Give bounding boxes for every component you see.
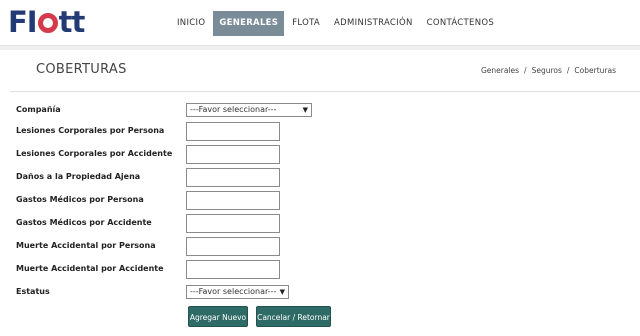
field-row: Gastos Médicos por Accidente <box>0 214 640 236</box>
estatus-select[interactable]: ---Favor seleccionar--- ▼ <box>186 285 289 299</box>
muerte-persona-label: Muerte Accidental por Persona <box>16 241 156 250</box>
page-title: COBERTURAS <box>36 62 127 77</box>
danos-propiedad-label: Daños a la Propiedad Ajena <box>16 172 141 181</box>
breadcrumb-separator: / <box>524 66 527 75</box>
top-navbar: FI tt INICIO GENERALES FLOTA ADMINISTRAC… <box>0 0 640 46</box>
compania-select[interactable]: ---Favor seleccionar--- ▼ <box>186 103 312 117</box>
muerte-accidente-input[interactable] <box>186 260 280 279</box>
agregar-nuevo-button[interactable]: Agregar Nuevo <box>188 306 248 327</box>
logo-text-start: FI <box>8 5 38 39</box>
logo-text-end: tt <box>58 5 86 39</box>
cancelar-retornar-button[interactable]: Cancelar / Retornar <box>256 306 331 327</box>
breadcrumb: Generales / Seguros / Coberturas <box>481 66 616 75</box>
lesiones-accidente-label: Lesiones Corporales por Accidente <box>16 149 173 158</box>
gastos-persona-label: Gastos Médicos por Persona <box>16 195 144 204</box>
estatus-label: Estatus <box>16 287 50 296</box>
nav-generales[interactable]: GENERALES <box>213 11 285 36</box>
gastos-accidente-label: Gastos Médicos por Accidente <box>16 218 152 227</box>
estatus-row: Estatus ---Favor seleccionar--- ▼ <box>0 283 640 305</box>
lesiones-persona-input[interactable] <box>186 122 280 141</box>
muerte-persona-input[interactable] <box>186 237 280 256</box>
lesiones-accidente-input[interactable] <box>186 145 280 164</box>
breadcrumb-generales[interactable]: Generales <box>481 66 519 75</box>
field-row: Lesiones Corporales por Accidente <box>0 145 640 167</box>
compania-selected-value: ---Favor seleccionar--- <box>190 105 277 114</box>
compania-label: Compañía <box>16 105 61 114</box>
field-row: Gastos Médicos por Persona <box>0 191 640 213</box>
field-row: Daños a la Propiedad Ajena <box>0 168 640 190</box>
compania-row: Compañía ---Favor seleccionar--- ▼ <box>0 101 640 123</box>
triangle-down-icon: ▼ <box>279 288 285 296</box>
triangle-down-icon: ▼ <box>302 106 308 114</box>
main-nav: INICIO GENERALES FLOTA ADMINISTRACIÓN CO… <box>171 11 500 36</box>
nav-administracion[interactable]: ADMINISTRACIÓN <box>328 11 419 36</box>
lesiones-persona-label: Lesiones Corporales por Persona <box>16 126 165 135</box>
nav-inicio[interactable]: INICIO <box>171 11 211 36</box>
muerte-accidente-label: Muerte Accidental por Accidente <box>16 264 164 273</box>
breadcrumb-separator: / <box>566 66 570 75</box>
nav-flota[interactable]: FLOTA <box>286 11 326 36</box>
flott-logo[interactable]: FI tt <box>8 5 86 39</box>
estatus-selected-value: ---Favor seleccionar--- <box>190 287 277 296</box>
breadcrumb-coberturas: Coberturas <box>574 66 616 75</box>
logo-o-ring <box>37 13 58 33</box>
gastos-persona-input[interactable] <box>186 191 280 210</box>
gastos-accidente-input[interactable] <box>186 214 280 233</box>
breadcrumb-seguros[interactable]: Seguros <box>532 66 562 75</box>
field-row: Lesiones Corporales por Persona <box>0 122 640 144</box>
field-row: Muerte Accidental por Persona <box>0 237 640 259</box>
nav-contactenos[interactable]: CONTÁCTENOS <box>421 11 500 36</box>
danos-propiedad-input[interactable] <box>186 168 280 187</box>
page-header: COBERTURAS Generales / Seguros / Cobertu… <box>10 50 640 92</box>
field-row: Muerte Accidental por Accidente <box>0 260 640 282</box>
